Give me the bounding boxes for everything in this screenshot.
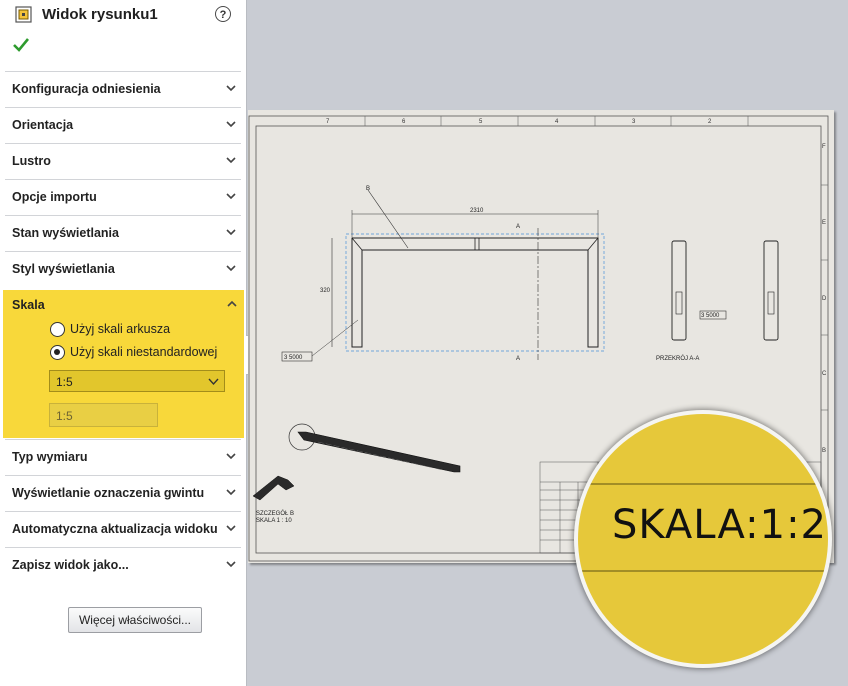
section-label: Styl wyświetlania <box>12 262 115 276</box>
scale-custom-input[interactable]: 1:5 <box>49 403 158 427</box>
zone-label: 2 <box>708 119 712 125</box>
zone-label: 7 <box>326 119 330 125</box>
section-auto-update-view[interactable]: Automatyczna aktualizacja widoku <box>5 511 241 546</box>
section-label: Zapisz widok jako... <box>12 558 129 572</box>
section-dimension-type[interactable]: Typ wymiaru <box>5 439 241 474</box>
section-label: Opcje importu <box>12 190 97 204</box>
section-save-view-as[interactable]: Zapisz widok jako... <box>5 547 241 582</box>
scale-section-title[interactable]: Skala <box>12 298 45 312</box>
section-cosmetic-thread-display[interactable]: Wyświetlanie oznaczenia gwintu <box>5 475 241 510</box>
section-arrow-label: A <box>516 224 520 230</box>
radio-label: Użyj skali arkusza <box>70 322 171 336</box>
front-view[interactable]: 2310 320 B A A 3 5000 <box>281 186 605 362</box>
chevron-down-icon <box>226 453 236 460</box>
isometric-view[interactable]: SZCZEGÓŁ B SKALA 1 : 10 <box>252 423 461 524</box>
detail-callout-label[interactable]: B <box>366 186 370 192</box>
zone-label: C <box>822 371 827 377</box>
zone-label: 3 <box>632 119 636 125</box>
section-label: Lustro <box>12 154 51 168</box>
section-view-label: PRZEKRÓJ A-A <box>656 355 699 362</box>
property-manager-panel: Widok rysunku1 ? Konfiguracja odniesieni… <box>0 0 247 686</box>
chevron-down-icon <box>226 193 236 200</box>
weld-note[interactable]: 3 5000 <box>701 313 720 319</box>
section-orientation[interactable]: Orientacja <box>5 107 241 142</box>
more-properties-button[interactable]: Więcej właściwości... <box>68 607 202 633</box>
dimension-label[interactable]: 2310 <box>470 208 484 214</box>
section-import-options[interactable]: Opcje importu <box>5 179 241 214</box>
section-label: Wyświetlanie oznaczenia gwintu <box>12 486 205 500</box>
scale-section: Skala Użyj skali arkusza Użyj skali nies… <box>3 290 244 438</box>
zone-label: E <box>822 220 826 226</box>
panel-header: Widok rysunku1 ? <box>0 0 246 64</box>
weld-note[interactable]: 3 5000 <box>284 355 303 361</box>
zone-label: 6 <box>402 119 406 125</box>
chevron-down-icon <box>226 121 236 128</box>
detail-view-label: SZCZEGÓŁ B <box>256 510 294 517</box>
scale-dropdown[interactable]: 1:5 <box>49 370 225 392</box>
section-reference-configuration[interactable]: Konfiguracja odniesienia <box>5 71 241 106</box>
section-view[interactable]: 3 5000 PRZEKRÓJ A-A <box>656 240 779 362</box>
drawing-view-icon <box>15 6 32 23</box>
section-arrow-label: A <box>516 356 520 362</box>
section-label: Automatyczna aktualizacja widoku <box>12 522 218 536</box>
panel-title: Widok rysunku1 <box>42 6 158 23</box>
dimension-label[interactable]: 320 <box>320 288 331 294</box>
chevron-down-icon <box>226 85 236 92</box>
zone-label: 5 <box>479 119 483 125</box>
chevron-down-icon <box>226 525 236 532</box>
section-label: Stan wyświetlania <box>12 226 119 240</box>
chevron-down-icon <box>208 378 219 386</box>
check-icon[interactable] <box>12 36 30 54</box>
help-icon[interactable]: ? <box>215 6 231 22</box>
chevron-down-icon <box>226 157 236 164</box>
section-label: Orientacja <box>12 118 74 132</box>
section-mirror[interactable]: Lustro <box>5 143 241 178</box>
section-display-state[interactable]: Stan wyświetlania <box>5 215 241 250</box>
zone-label: 4 <box>555 119 559 125</box>
chevron-down-icon <box>226 229 236 236</box>
radio-label: Użyj skali niestandardowej <box>70 345 218 359</box>
section-label: Konfiguracja odniesienia <box>12 82 161 96</box>
section-label: Typ wymiaru <box>12 450 88 464</box>
magnified-scale-text: SKALA:1:2 <box>612 502 827 548</box>
section-display-style[interactable]: Styl wyświetlania <box>5 251 241 286</box>
scale-dropdown-value: 1:5 <box>56 375 73 389</box>
zone-label: F <box>822 144 826 150</box>
radio-button[interactable] <box>50 322 65 337</box>
chevron-down-icon <box>226 489 236 496</box>
chevron-down-icon <box>226 561 236 568</box>
chevron-up-icon[interactable] <box>226 298 238 310</box>
zone-label: D <box>822 296 827 302</box>
chevron-down-icon <box>226 265 236 272</box>
zoom-magnifier: SKALA:1:2 <box>578 414 828 664</box>
radio-button-selected[interactable] <box>50 345 65 360</box>
detail-view-scale: SKALA 1 : 10 <box>256 518 292 524</box>
